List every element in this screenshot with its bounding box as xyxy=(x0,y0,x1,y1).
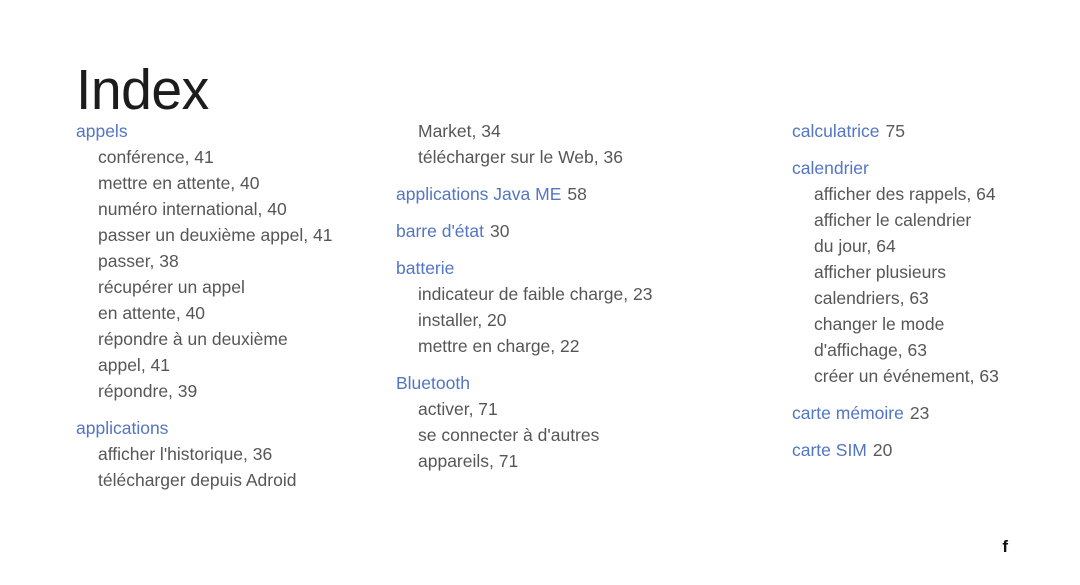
page-footer-mark: f xyxy=(1002,537,1008,556)
index-sub-entry[interactable]: changer le mode xyxy=(792,311,944,337)
index-heading-label: carte mémoire xyxy=(792,403,904,423)
index-sub-entry[interactable]: calendriers, 63 xyxy=(792,285,929,311)
index-heading-page-number: 75 xyxy=(885,121,906,141)
index-page: Index appels conférence, 41 mettre en atte… xyxy=(0,0,1080,585)
page-title: Index xyxy=(76,58,209,123)
index-heading-label: carte SIM xyxy=(792,440,867,460)
index-heading-page-number: 23 xyxy=(909,403,930,423)
index-heading-label: calculatrice xyxy=(792,121,880,141)
index-sub-entry[interactable]: du jour, 64 xyxy=(792,233,896,259)
index-sub-entry[interactable]: créer un événement, 63 xyxy=(792,363,999,389)
index-heading-page-number: 20 xyxy=(872,440,893,460)
index-sub-entry[interactable]: afficher plusieurs xyxy=(792,259,946,285)
index-heading-label: calendrier xyxy=(792,158,869,178)
index-columns: appels conférence, 41 mettre en attente, 4… xyxy=(0,118,1080,493)
index-sub-entry[interactable]: d'affichage, 63 xyxy=(792,337,927,363)
index-sub-entry[interactable]: afficher le calendrier xyxy=(792,207,971,233)
index-sub-entry[interactable]: afficher des rappels, 64 xyxy=(792,181,996,207)
index-column-3: calculatrice 75 calendrier afficher des rap… xyxy=(72,118,999,463)
